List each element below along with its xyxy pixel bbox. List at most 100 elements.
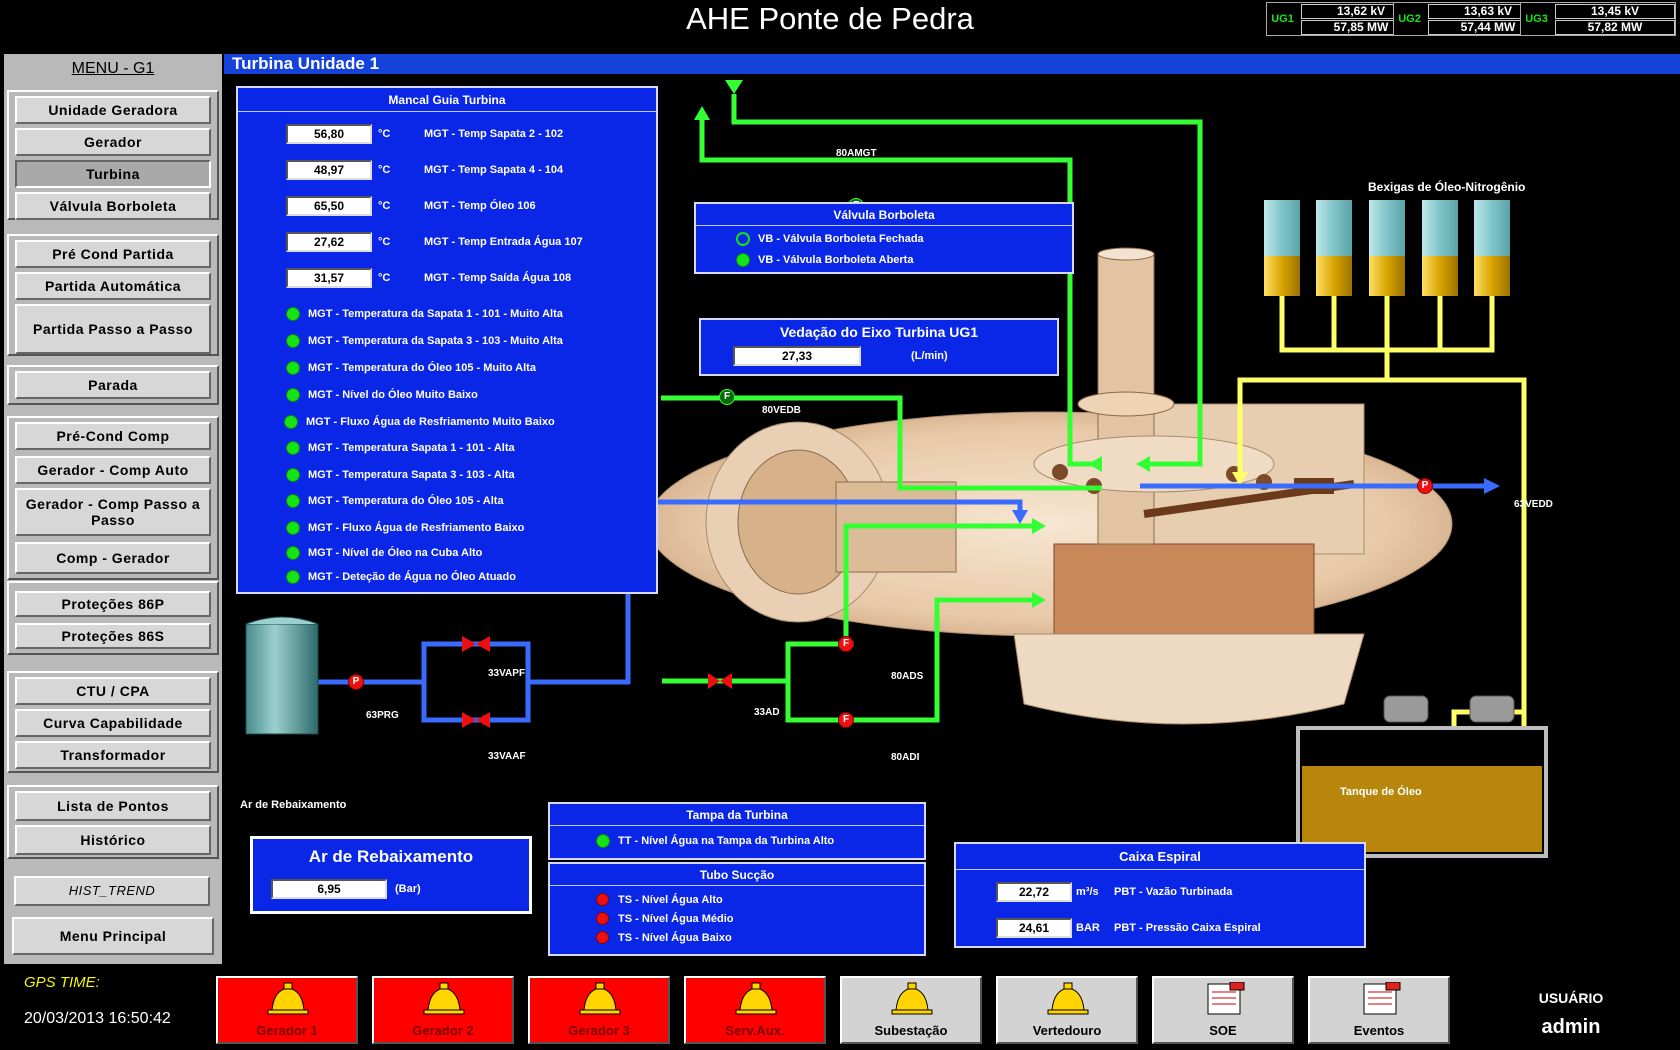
tag-80ads: 80ADS xyxy=(891,671,924,682)
alarm-button-vertedouro[interactable]: Vertedouro xyxy=(996,976,1138,1044)
alarm-label: Serv.Aux. xyxy=(725,1023,785,1038)
mgt-reading-label: MGT - Temp Entrada Água 107 xyxy=(424,236,583,248)
menu-item-unidade-geradora[interactable]: Unidade Geradora xyxy=(15,96,211,124)
user-box[interactable]: USUÁRIO admin xyxy=(1462,976,1680,1050)
panel-title: Ar de Rebaixamento xyxy=(308,847,474,866)
menu-group: Unidade Geradora Gerador Turbina Válvula… xyxy=(7,90,219,220)
menu-item-protecoes-86s[interactable]: Proteções 86S xyxy=(15,623,211,649)
tag-33vapf: 33VAPF xyxy=(488,668,526,679)
alarm-led xyxy=(286,468,300,482)
alarm-label: Gerador 2 xyxy=(412,1023,474,1038)
menu-item-pre-cond-partida[interactable]: Pré Cond Partida xyxy=(15,240,211,268)
mgt-alarm-label: MGT - Fluxo Água de Resfriamento Muito B… xyxy=(306,416,555,428)
menu-item-gerador[interactable]: Gerador xyxy=(15,128,211,156)
soe-label: SOE xyxy=(1209,1023,1237,1038)
pressao-caixa-field: 24,61 xyxy=(996,918,1072,938)
mgt-alarm-label: MGT - Temperatura da Sapata 1 - 101 - Mu… xyxy=(308,308,563,320)
tampa-turbina-panel: Tampa da Turbina TT - Nível Água na Tamp… xyxy=(548,802,926,860)
unit-status-ug3[interactable]: UG3 13,45 kV 57,82 MW xyxy=(1520,2,1676,36)
menu-group: Pré Cond Partida Partida Automática Part… xyxy=(7,234,219,356)
menu-item-gerador-comp-passo[interactable]: Gerador - Comp Passo a Passo xyxy=(15,488,211,536)
alarm-led xyxy=(286,307,300,321)
mgt-temp-sapata-4-field: 48,97 xyxy=(286,160,372,180)
menu-item-partida-automatica[interactable]: Partida Automática xyxy=(15,272,211,300)
menu-group: Parada xyxy=(7,365,219,405)
unit-label: BAR xyxy=(1076,922,1100,934)
mgt-alarm-label: MGT - Fluxo Água de Resfriamento Baixo xyxy=(308,522,525,534)
app-title: AHE Ponte de Pedra xyxy=(686,1,974,36)
user-label: USUÁRIO xyxy=(1538,990,1604,1006)
unit-name: UG2 xyxy=(1398,13,1421,25)
tag-80vedb: 80VEDB xyxy=(762,405,801,416)
mgt-alarm-label: MGT - Temperatura do Óleo 105 - Muito Al… xyxy=(308,362,536,374)
flow-sensor-80adi[interactable]: F xyxy=(838,712,854,728)
unit-label: °C xyxy=(378,128,391,140)
tubo-succao-panel: Tubo Sucção TS - Nível Água Alto TS - Ní… xyxy=(548,862,926,956)
pressure-sensor-63prg[interactable]: P xyxy=(348,674,364,690)
menu-item-valvula-borboleta[interactable]: Válvula Borboleta xyxy=(15,192,211,220)
alarm-button-gerador-1[interactable]: Gerador 1 xyxy=(216,976,358,1044)
menu-item-comp-gerador[interactable]: Comp - Gerador xyxy=(15,542,211,574)
title-bar: AHE Ponte de Pedra UG1 13,62 kV 57,85 MW… xyxy=(0,0,1680,38)
document-icon xyxy=(1207,982,1245,1015)
soe-button[interactable]: SOE xyxy=(1152,976,1294,1044)
menu-item-gerador-comp-auto[interactable]: Gerador - Comp Auto xyxy=(15,456,211,484)
ar-rebaixamento-panel: Ar de Rebaixamento 6,95 (Bar) xyxy=(250,836,532,914)
vb-aberta-label: VB - Válvula Borboleta Aberta xyxy=(758,254,914,266)
user-name: admin xyxy=(1541,1016,1601,1038)
alarm-led xyxy=(286,494,300,508)
tanque-label: Tanque de Óleo xyxy=(1340,786,1422,798)
alarm-button-serv-aux[interactable]: Serv.Aux. xyxy=(684,976,826,1044)
unit-label: °C xyxy=(378,272,391,284)
vb-fechada-label: VB - Válvula Borboleta Fechada xyxy=(758,233,924,245)
ar-tank-label: Ar de Rebaixamento xyxy=(240,799,347,811)
menu-item-ctu-cpa[interactable]: CTU / CPA xyxy=(15,677,211,705)
alarm-button-gerador-2[interactable]: Gerador 2 xyxy=(372,976,514,1044)
alarm-button-subestacao[interactable]: Subestação xyxy=(840,976,982,1044)
mgt-alarm-label: MGT - Temperatura da Sapata 3 - 103 - Mu… xyxy=(308,335,563,347)
alarm-led xyxy=(596,931,609,944)
panel-title: Caixa Espiral xyxy=(956,844,1364,870)
tag-33vaaf: 33VAAF xyxy=(488,751,526,762)
mancal-guia-panel: Mancal Guia Turbina 56,80 °C MGT - Temp … xyxy=(236,86,658,594)
mgt-reading-label: MGT - Temp Óleo 106 xyxy=(424,200,536,212)
alarm-led xyxy=(284,415,298,429)
menu-item-turbina[interactable]: Turbina xyxy=(15,160,211,188)
menu-item-historico[interactable]: Histórico xyxy=(15,825,211,855)
menu-item-parada[interactable]: Parada xyxy=(15,371,211,399)
bell-icon xyxy=(423,982,465,1015)
alarm-led xyxy=(596,834,610,848)
tag-33ad: 33AD xyxy=(754,707,780,718)
unit-label: °C xyxy=(378,200,391,212)
tag-80amgt: 80AMGT xyxy=(836,148,877,159)
alarm-button-gerador-3[interactable]: Gerador 3 xyxy=(528,976,670,1044)
menu-item-curva-capabilidade[interactable]: Curva Capabilidade xyxy=(15,709,211,737)
bell-icon xyxy=(1047,982,1089,1015)
menu-item-hist-trend[interactable]: HIST_TREND xyxy=(14,876,210,906)
ts-nivel-alto-label: TS - Nível Água Alto xyxy=(618,894,723,906)
eventos-button[interactable]: Eventos xyxy=(1308,976,1450,1044)
caixa-espiral-panel: Caixa Espiral 22,72 m³/s PBT - Vazão Tur… xyxy=(954,842,1366,948)
valve-33vapf xyxy=(462,636,490,652)
menu-item-transformador[interactable]: Transformador xyxy=(15,741,211,769)
mgt-temp-oleo-field: 65,50 xyxy=(286,196,372,216)
pressure-sensor-63vedd[interactable]: P xyxy=(1417,478,1433,494)
menu-item-protecoes-86p[interactable]: Proteções 86P xyxy=(15,591,211,617)
menu-item-lista-pontos[interactable]: Lista de Pontos xyxy=(15,791,211,821)
bell-icon xyxy=(735,982,777,1015)
mgt-alarm-label: MGT - Temperatura Sapata 1 - 101 - Alta xyxy=(308,442,515,454)
menu-group: CTU / CPA Curva Capabilidade Transformad… xyxy=(7,671,219,773)
flow-sensor-80ads[interactable]: F xyxy=(838,636,854,652)
panel-title: Válvula Borboleta xyxy=(696,204,1072,226)
flow-sensor-80vedb[interactable]: F xyxy=(719,389,735,405)
unit-name: UG3 xyxy=(1525,13,1548,25)
bell-icon xyxy=(579,982,621,1015)
menu-item-pre-cond-comp[interactable]: Pré-Cond Comp xyxy=(15,422,211,450)
document-icon xyxy=(1363,982,1401,1015)
menu-group: Pré-Cond Comp Gerador - Comp Auto Gerado… xyxy=(7,416,219,580)
gps-label: GPS TIME: xyxy=(24,974,100,991)
bexigas-label: Bexigas de Óleo-Nitrogênio xyxy=(1368,180,1526,194)
menu-item-menu-principal[interactable]: Menu Principal xyxy=(12,917,214,955)
mgt-alarm-label: MGT - Temperatura do Óleo 105 - Alta xyxy=(308,495,504,507)
menu-item-partida-passo[interactable]: Partida Passo a Passo xyxy=(15,304,211,354)
